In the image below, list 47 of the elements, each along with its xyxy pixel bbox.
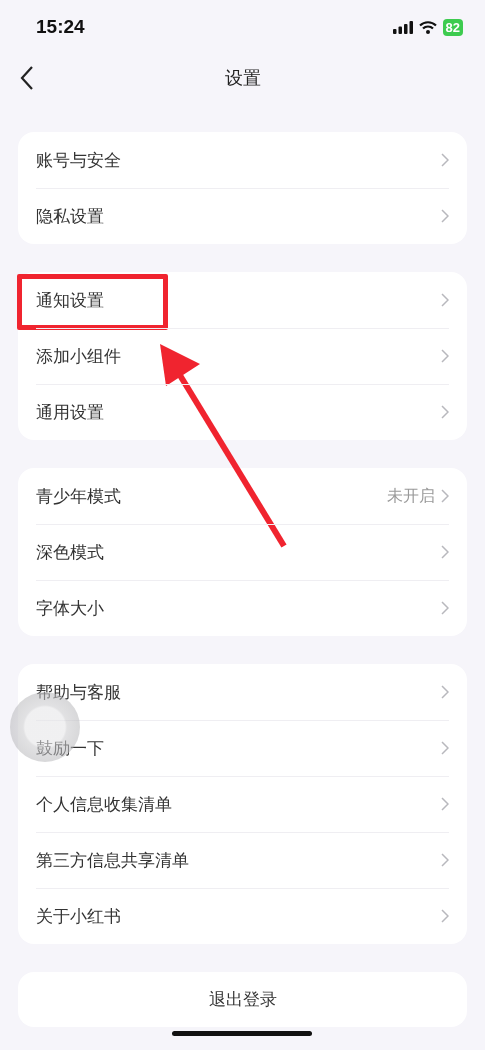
item-label: 第三方信息共享清单 (36, 848, 190, 872)
wifi-icon (418, 21, 437, 34)
chevron-icon (441, 601, 449, 615)
item-label: 通知设置 (36, 288, 105, 312)
chevron-icon (441, 293, 449, 307)
chevron-icon (441, 153, 449, 167)
settings-item[interactable]: 隐私设置 (18, 188, 467, 244)
settings-item[interactable]: 第三方信息共享清单 (18, 832, 467, 888)
signal-icon (392, 21, 413, 34)
settings-item[interactable]: 添加小组件 (18, 328, 467, 384)
chevron-icon (441, 489, 449, 503)
item-label: 通用设置 (36, 400, 105, 424)
settings-item[interactable]: 关于小红书 (18, 888, 467, 944)
item-label: 帮助与客服 (36, 680, 122, 704)
chevron-icon (441, 741, 449, 755)
item-label: 深色模式 (36, 540, 105, 564)
item-value: 未开启 (387, 485, 435, 507)
status-time: 15:24 (36, 16, 85, 39)
item-label: 字体大小 (36, 596, 105, 620)
item-label: 鼓励一下 (36, 736, 105, 760)
battery-level: 82 (442, 19, 463, 36)
item-label: 青少年模式 (36, 484, 122, 508)
settings-item[interactable]: 青少年模式 未开启 (18, 468, 467, 524)
chevron-icon (441, 909, 449, 923)
settings-item[interactable]: 字体大小 (18, 580, 467, 636)
back-icon[interactable] (20, 66, 34, 90)
item-label: 个人信息收集清单 (36, 792, 173, 816)
settings-item[interactable]: 通用设置 (18, 384, 467, 440)
settings-item[interactable]: 账号与安全 (18, 132, 467, 188)
logout-button[interactable]: 退出登录 (18, 972, 467, 1027)
page-title: 设置 (224, 65, 261, 90)
settings-item[interactable]: 通知设置 (18, 272, 467, 328)
item-label: 关于小红书 (36, 904, 122, 928)
item-label: 隐私设置 (36, 204, 105, 228)
chevron-icon (441, 853, 449, 867)
chevron-icon (441, 797, 449, 811)
settings-item[interactable]: 帮助与客服 (18, 664, 467, 720)
chevron-icon (441, 685, 449, 699)
chevron-icon (441, 545, 449, 559)
chevron-icon (441, 349, 449, 363)
item-label: 添加小组件 (36, 344, 122, 368)
settings-item[interactable]: 鼓励一下 (18, 720, 467, 776)
chevron-icon (441, 405, 449, 419)
item-label: 账号与安全 (36, 148, 122, 172)
settings-item[interactable]: 深色模式 (18, 524, 467, 580)
settings-item[interactable]: 个人信息收集清单 (18, 776, 467, 832)
chevron-icon (441, 209, 449, 223)
